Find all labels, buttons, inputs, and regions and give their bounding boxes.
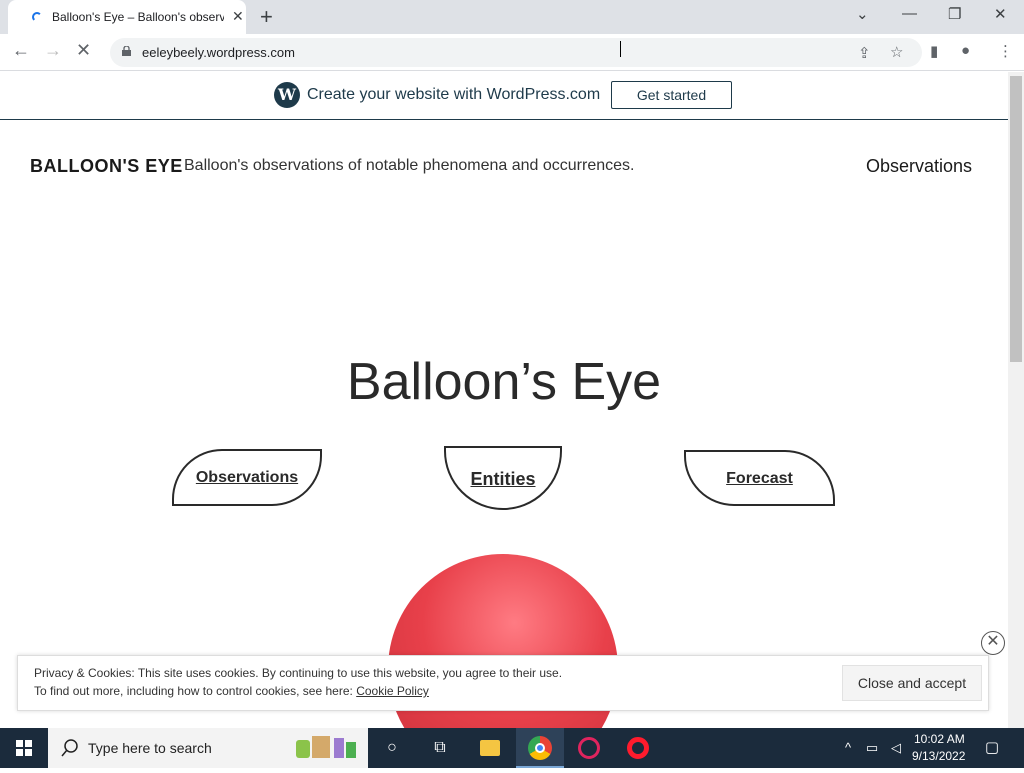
search-placeholder: Type here to search [88, 740, 212, 756]
taskbar-search-box[interactable]: Type here to search [48, 728, 368, 768]
side-panel-icon[interactable]: ▮ [930, 42, 938, 60]
scrollbar-thumb[interactable] [1010, 76, 1022, 362]
tab-title: Balloon's Eye – Balloon's observa [52, 10, 224, 24]
loading-spinner-icon [32, 12, 42, 22]
search-icon [61, 739, 78, 757]
profile-avatar-icon[interactable]: ● [961, 42, 970, 59]
windows-logo-icon [16, 740, 32, 756]
new-tab-icon[interactable]: + [260, 4, 273, 30]
nav-observations-link[interactable]: Observations [866, 156, 972, 177]
clock-date[interactable]: 9/13/2022 [912, 749, 965, 763]
cookie-dismiss-icon[interactable]: ✕ [981, 631, 1005, 655]
clock-time[interactable]: 10:02 AM [914, 732, 965, 746]
chrome-icon [528, 736, 552, 760]
address-bar[interactable]: eeleybeely.wordpress.com ⇪ ☆ [110, 38, 922, 67]
volume-icon[interactable]: ◁ [884, 736, 908, 760]
url-text: eeleybeely.wordpress.com [142, 45, 295, 60]
browser-tab-bar: Balloon's Eye – Balloon's observa ✕ + ⌄ … [0, 0, 1024, 34]
cookie-text-line2-prefix: To find out more, including how to contr… [34, 684, 357, 698]
show-hidden-icons-chevron-icon[interactable]: ^ [836, 736, 860, 760]
text-cursor-icon [620, 41, 622, 57]
opera-gx-icon[interactable] [577, 736, 601, 760]
chrome-taskbar-button[interactable] [516, 728, 564, 768]
site-title[interactable]: BALLOON'S EYE [30, 156, 183, 177]
restore-icon[interactable]: ❐ [948, 5, 961, 23]
hero-title: Balloon’s Eye [346, 353, 662, 411]
entities-link-button[interactable]: Entities [444, 446, 562, 510]
bookmark-star-icon[interactable]: ☆ [890, 43, 903, 61]
page-scrollbar[interactable] [1008, 72, 1024, 728]
browser-tab[interactable]: Balloon's Eye – Balloon's observa ✕ [8, 0, 246, 34]
close-and-accept-button[interactable]: Close and accept [842, 665, 982, 701]
cookie-banner: Privacy & Cookies: This site uses cookie… [17, 655, 989, 711]
cookie-policy-link[interactable]: Cookie Policy [356, 684, 429, 698]
back-icon[interactable]: ← [12, 40, 30, 61]
notifications-icon[interactable]: ▢ [980, 736, 1004, 760]
cortana-icon[interactable]: ○ [380, 736, 404, 760]
minimize-icon[interactable]: — [902, 5, 917, 22]
wordpress-banner-text: Create your website with WordPress.com [307, 86, 601, 103]
close-tab-icon[interactable]: ✕ [232, 8, 244, 25]
share-icon[interactable]: ⇪ [858, 44, 871, 62]
browser-toolbar: ← → ✕ eeleybeely.wordpress.com ⇪ ☆ ▮ ● ⋮ [0, 34, 1024, 71]
forward-icon[interactable]: → [44, 40, 62, 61]
menu-kebab-icon[interactable]: ⋮ [998, 42, 1013, 60]
cookie-text-line2: To find out more, including how to contr… [34, 684, 429, 698]
window-close-icon[interactable]: ✕ [994, 5, 1007, 23]
task-view-icon[interactable]: ⧉ [428, 736, 452, 760]
windows-start-button[interactable] [0, 728, 48, 768]
site-tagline: Balloon's observations of notable phenom… [184, 157, 635, 174]
search-highlight-illustration-icon [294, 734, 360, 762]
cookie-text-line1: Privacy & Cookies: This site uses cookie… [34, 666, 563, 680]
opera-icon[interactable] [626, 736, 650, 760]
get-started-button[interactable]: Get started [611, 81, 732, 109]
observations-link-button[interactable]: Observations [172, 449, 322, 506]
wordpress-banner: W Create your website with WordPress.com… [0, 72, 1008, 120]
page-content: W Create your website with WordPress.com… [0, 72, 1008, 728]
network-icon[interactable]: ▭ [860, 736, 884, 760]
stop-loading-icon[interactable]: ✕ [76, 40, 91, 61]
windows-taskbar: Type here to search ○ ⧉ ^ ▭ ◁ 10:02 AM 9… [0, 728, 1024, 768]
lock-icon [122, 46, 131, 56]
file-explorer-icon[interactable] [478, 736, 502, 760]
tab-search-chevron-icon[interactable]: ⌄ [856, 5, 869, 23]
wordpress-logo-icon: W [274, 82, 300, 108]
forecast-link-button[interactable]: Forecast [684, 450, 835, 506]
